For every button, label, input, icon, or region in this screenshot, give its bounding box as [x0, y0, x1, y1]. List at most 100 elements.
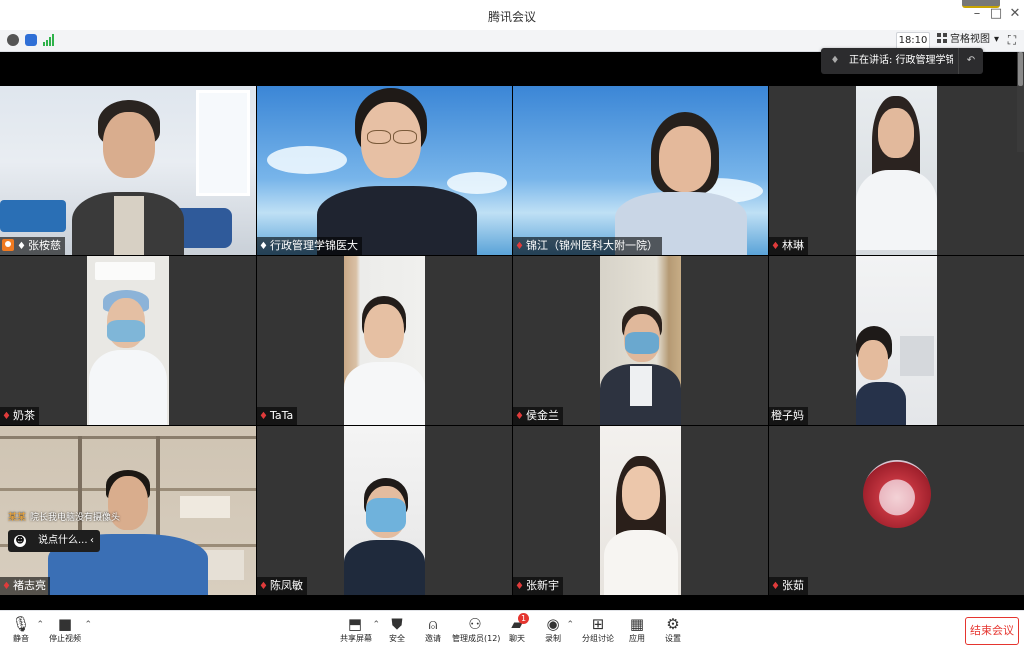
breakout-icon: ⊞	[591, 615, 605, 633]
chat-badge: 1	[518, 613, 529, 624]
invite-button[interactable]: ⍝ 邀请	[420, 615, 446, 647]
participant-name-label: ♦ 林琳	[769, 237, 808, 255]
participant-name-label: ♦ TaTa	[257, 407, 298, 425]
participant-name-label: ♦ 张新宇	[513, 577, 563, 595]
grid-icon	[937, 33, 947, 43]
video-grid: ♦ 张桉慈 ♦ 行政管理学锦医大 ♦ 锦江（锦州医科大附一院） ♦ 林琳 ♦ 奶…	[0, 52, 1024, 610]
chevron-down-icon: ▾	[994, 34, 1000, 45]
mic-off-icon: ♦	[771, 581, 780, 592]
security-button[interactable]: ⛊ 安全	[386, 615, 408, 647]
window-title: 腾讯会议	[487, 10, 536, 24]
participant-video	[317, 88, 477, 255]
chat-input[interactable]: 说点什么...	[38, 530, 88, 552]
stop-video-button[interactable]: ■ 停止视频 ⌃	[48, 615, 92, 647]
video-tile[interactable]: ♦ 林琳	[769, 86, 1024, 255]
mic-off-icon: ♦	[771, 241, 780, 252]
share-screen-icon: ⬒	[347, 615, 363, 633]
video-tile[interactable]: ♦ 张茹	[769, 426, 1024, 595]
mic-icon: ♦	[17, 241, 26, 252]
participant-name-label: 橙子妈	[769, 407, 808, 425]
chevron-up-icon[interactable]: ⌃	[84, 620, 92, 630]
video-tile[interactable]: ♦ 张桉慈	[0, 86, 256, 255]
members-icon: ⚇	[468, 615, 482, 633]
chat-notice: 某某 院长我电脑没有摄像头	[8, 512, 120, 525]
shield-icon: ⛊	[391, 615, 403, 633]
video-frame	[344, 426, 425, 595]
mic-off-icon: ♦	[2, 581, 11, 592]
info-icon[interactable]	[7, 34, 19, 46]
maximize-button[interactable]: □	[989, 6, 1003, 22]
chat-input-bar[interactable]: ☻ 说点什么... ‹	[8, 530, 100, 552]
participant-video	[68, 100, 188, 255]
mic-off-icon: ♦	[515, 411, 524, 422]
chat-notice-text: 院长我电脑没有摄像头	[30, 513, 121, 523]
participant-name-label: ♦ 行政管理学锦医大	[257, 237, 362, 255]
camera-icon: ■	[57, 615, 73, 633]
chat-sender: 某某	[8, 513, 27, 523]
chevron-up-icon[interactable]: ⌃	[36, 620, 44, 630]
settings-button[interactable]: ⚙ 设置	[662, 615, 684, 647]
participant-video	[609, 112, 749, 255]
video-tile[interactable]: ♦ 陈凤敏	[257, 426, 512, 595]
host-icon	[2, 239, 14, 251]
video-tile[interactable]: ♦ 奶茶	[0, 256, 256, 425]
mic-icon: ♦	[830, 55, 840, 66]
emoji-icon[interactable]: ☻	[14, 535, 26, 547]
mic-icon: ♦	[259, 241, 268, 252]
video-frame	[344, 256, 425, 425]
add-user-icon: ⍝	[428, 615, 438, 633]
record-button[interactable]: ◉ 录制 ⌃	[542, 615, 574, 647]
mic-off-icon: ♦	[2, 411, 11, 422]
video-tile[interactable]: ♦ 侯金兰	[513, 256, 768, 425]
participant-name-label: ♦ 奶茶	[0, 407, 39, 425]
scrollbar-thumb[interactable]	[1018, 52, 1023, 86]
grid-view-label: 宫格视图	[950, 34, 990, 45]
video-tile[interactable]: ♦ 行政管理学锦医大	[257, 86, 512, 255]
grid-view-button[interactable]: 宫格视图 ▾	[937, 32, 999, 48]
video-tile[interactable]: ♦ TaTa	[257, 256, 512, 425]
chevron-up-icon[interactable]: ⌃	[566, 620, 574, 630]
avatar	[863, 460, 931, 528]
share-screen-button[interactable]: ⬒ 共享屏幕 ⌃	[340, 615, 380, 647]
participant-name-label: ♦ 锦江（锦州医科大附一院）	[513, 237, 662, 255]
meeting-toolbar: 🎙 静音 ⌃ ■ 停止视频 ⌃ ⬒ 共享屏幕 ⌃ ⛊ 安全 ⍝ 邀请 ⚇ 管理成…	[0, 610, 1024, 649]
video-frame	[856, 256, 937, 425]
shield-icon[interactable]	[25, 34, 37, 46]
video-tile[interactable]: ♦ 褚志亮	[0, 426, 256, 595]
signal-icon[interactable]	[43, 34, 55, 46]
video-frame	[600, 256, 681, 425]
video-tile[interactable]: 橙子妈	[769, 256, 1024, 425]
fullscreen-icon[interactable]: ⛶	[1005, 33, 1019, 47]
scrollbar[interactable]	[1017, 52, 1024, 152]
participant-name-label: ♦ 张桉慈	[0, 237, 65, 255]
speaking-indicator-text: 正在讲话: 行政管理学锦医...	[849, 55, 953, 66]
mic-off-icon: ♦	[515, 581, 524, 592]
close-button[interactable]: ✕	[1008, 6, 1022, 22]
end-meeting-button[interactable]: 结束会议	[965, 617, 1019, 645]
participant-name-label: ♦ 陈凤敏	[257, 577, 307, 595]
breakout-button[interactable]: ⊞ 分组讨论	[582, 615, 614, 647]
mute-button[interactable]: 🎙 静音 ⌃	[8, 615, 44, 647]
video-frame	[856, 86, 937, 255]
video-tile[interactable]: ♦ 张新宇	[513, 426, 768, 595]
speaking-indicator[interactable]: ♦ 正在讲话: 行政管理学锦医... ↶	[821, 48, 983, 74]
reply-icon[interactable]: ↶	[958, 48, 983, 74]
microphone-icon: 🎙	[11, 615, 31, 633]
collapse-icon[interactable]: ‹	[90, 530, 94, 552]
participant-name-label: ♦ 侯金兰	[513, 407, 563, 425]
chevron-up-icon[interactable]: ⌃	[372, 620, 380, 630]
apps-button[interactable]: ▦ 应用	[626, 615, 648, 647]
sofa-background	[0, 200, 66, 232]
chat-button[interactable]: ▰ 1 聊天	[506, 613, 529, 647]
mic-off-icon: ♦	[259, 581, 268, 592]
air-conditioner	[95, 262, 155, 280]
video-tile[interactable]: ♦ 锦江（锦州医科大附一院）	[513, 86, 768, 255]
video-frame	[87, 256, 169, 425]
gear-icon: ⚙	[666, 615, 680, 633]
record-icon: ◉	[546, 615, 560, 633]
window-background	[196, 90, 250, 196]
manage-members-button[interactable]: ⚇ 管理成员(12)	[452, 615, 500, 647]
participant-name-label: ♦ 褚志亮	[0, 577, 50, 595]
mic-off-icon: ♦	[515, 241, 524, 252]
minimize-button[interactable]: –	[970, 6, 984, 22]
